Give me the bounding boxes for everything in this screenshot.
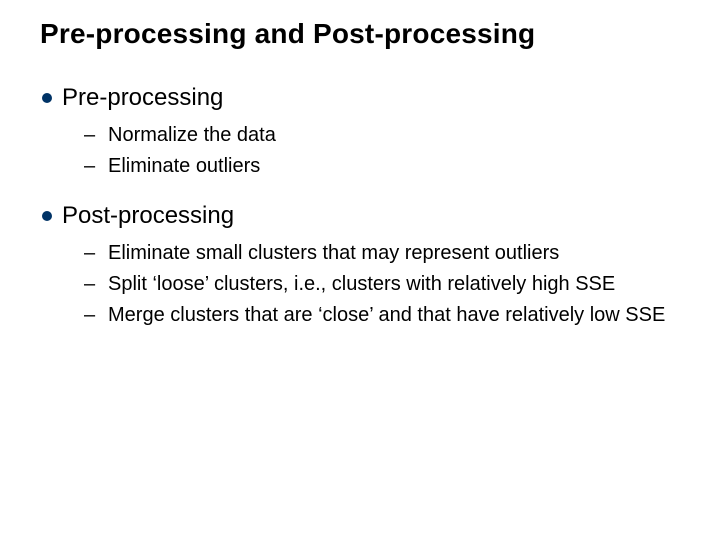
slide: Pre-processing and Post-processing Pre-p… (0, 0, 720, 540)
list-item-text: Normalize the data (108, 122, 276, 149)
list-item: – Normalize the data (40, 122, 680, 149)
dash-icon: – (84, 240, 102, 267)
section-post-processing: Post-processing – Eliminate small cluste… (40, 202, 680, 329)
dash-icon: – (84, 153, 102, 180)
slide-title: Pre-processing and Post-processing (40, 18, 680, 50)
sublist: – Normalize the data – Eliminate outlier… (40, 122, 680, 180)
dash-icon: – (84, 122, 102, 149)
list-item: – Eliminate outliers (40, 153, 680, 180)
dash-icon: – (84, 271, 102, 298)
list-item-text: Eliminate outliers (108, 153, 260, 180)
bullet-row: Post-processing (40, 202, 680, 230)
list-item: – Eliminate small clusters that may repr… (40, 240, 680, 267)
sublist: – Eliminate small clusters that may repr… (40, 240, 680, 329)
list-item-text: Eliminate small clusters that may repres… (108, 240, 559, 267)
list-item: – Split ‘loose’ clusters, i.e., clusters… (40, 271, 680, 298)
list-item: – Merge clusters that are ‘close’ and th… (40, 302, 680, 329)
bullet-icon (42, 93, 52, 103)
dash-icon: – (84, 302, 102, 329)
bullet-row: Pre-processing (40, 84, 680, 112)
section-pre-processing: Pre-processing – Normalize the data – El… (40, 84, 680, 180)
bullet-icon (42, 211, 52, 221)
section-heading: Pre-processing (62, 84, 223, 112)
list-item-text: Merge clusters that are ‘close’ and that… (108, 302, 665, 329)
section-heading: Post-processing (62, 202, 234, 230)
list-item-text: Split ‘loose’ clusters, i.e., clusters w… (108, 271, 615, 298)
